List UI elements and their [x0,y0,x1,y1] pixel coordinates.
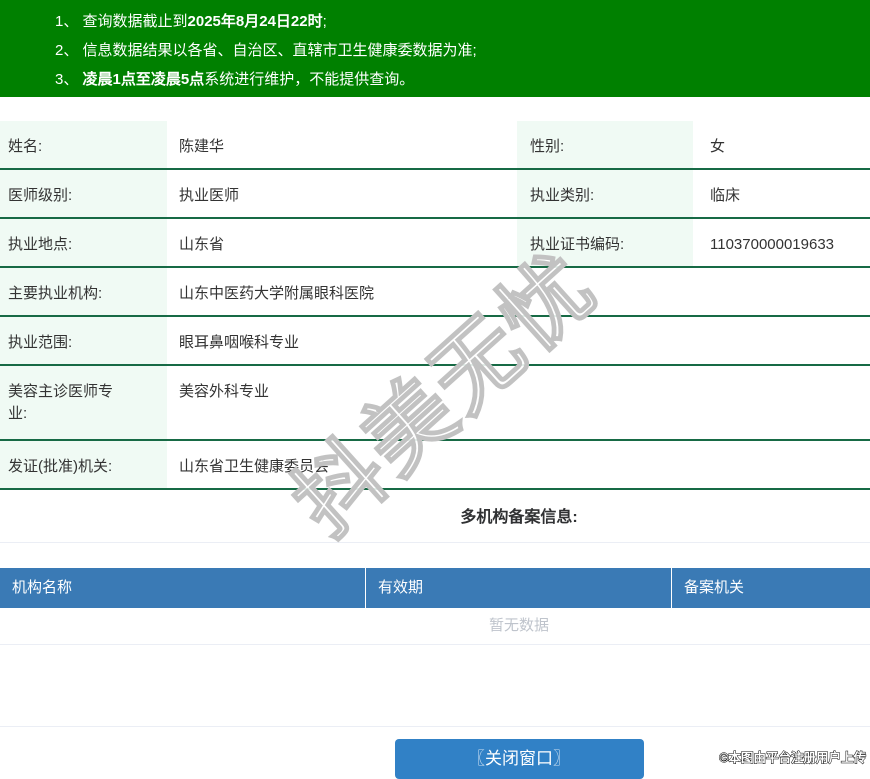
practice-scope-label: 执业范围: [0,317,167,364]
doctor-level-value: 执业医师 [179,187,240,204]
notice-banner: 1、 查询数据截止到2025年8月24日22时; 2、 信息数据结果以各省、自治… [0,0,870,97]
no-data-text: 暂无数据 [488,617,549,634]
name-value: 陈建华 [179,138,225,155]
multi-institution-section-title: 多机构备案信息: [460,509,578,526]
close-window-button[interactable]: 〖关闭窗口〗 [394,739,644,779]
column-header-validity-period: 有效期 [366,568,672,608]
gender-value: 女 [710,138,726,155]
table-row: 姓名: 陈建华 性别: 女 [0,121,870,170]
practice-category-label: 执业类别: [517,170,693,217]
certificate-number-value: 110370000019633 [710,236,835,253]
table-row: 执业范围: 眼耳鼻咽喉科专业 [0,317,870,366]
column-header-record-authority: 备案机关 [684,579,745,596]
table-row: 主要执业机构: 山东中医药大学附属眼科医院 [0,268,870,317]
practice-scope-value: 眼耳鼻咽喉科专业 [179,334,300,351]
main-institution-value: 山东中医药大学附属眼科医院 [179,285,375,302]
table-row: 医师级别: 执业医师 执业类别: 临床 [0,170,870,219]
gender-label: 性别: [517,121,693,168]
doctor-level-label: 医师级别: [0,170,167,217]
notice-line-2: 2、 信息数据结果以各省、自治区、直辖市卫生健康委数据为准; [55,36,870,65]
practitioner-info-table: 姓名: 陈建华 性别: 女 医师级别: 执业医师 执业类别: 临床 执业地点: … [0,121,870,490]
issuing-authority-label: 发证(批准)机关: [0,441,167,488]
notice-3-bold: 凌晨1点至凌晨5点 [82,71,205,88]
table-row: 执业地点: 山东省 执业证书编码: 110370000019633 [0,219,870,268]
table-row: 发证(批准)机关: 山东省卫生健康委员会 [0,441,870,490]
practice-location-value: 山东省 [179,236,225,253]
cosmetic-chief-specialty-label: 美容主诊医师专业: [0,366,167,439]
records-table-header: 机构名称 有效期 备案机关 [0,568,870,608]
cosmetic-chief-specialty-value: 美容外科专业 [179,383,270,400]
column-header-institution-name: 机构名称 [0,568,366,608]
page-canvas: 1、 查询数据截止到2025年8月24日22时; 2、 信息数据结果以各省、自治… [0,0,870,779]
main-institution-label: 主要执业机构: [0,268,167,315]
notice-line-3: 3、 凌晨1点至凌晨5点系统进行维护，不能提供查询。 [55,65,870,94]
table-row: 美容主诊医师专业: 美容外科专业 [0,366,870,441]
practice-category-value: 临床 [710,187,741,204]
notice-1-post: ; [322,13,327,30]
notice-line-1: 1、 查询数据截止到2025年8月24日22时; [55,7,870,36]
certificate-number-label: 执业证书编码: [517,219,693,266]
notice-3-pre: 3、 [55,71,83,88]
notice-1-bold: 2025年8月24日22时 [187,13,323,30]
notice-3-post: 系统进行维护，不能提供查询。 [204,71,415,88]
notice-1-pre: 1、 查询数据截止到 [55,13,188,30]
practice-location-label: 执业地点: [0,219,167,266]
issuing-authority-value: 山东省卫生健康委员会 [179,458,330,475]
notice-2-pre: 2、 信息数据结果以各省、自治区、直辖市卫生健康委数据为准; [55,42,477,59]
section-divider [0,542,870,543]
upload-credit-text: ©本图由平台注册用户上传 [719,751,867,766]
name-label: 姓名: [0,121,167,168]
records-empty-row: 暂无数据 [0,608,870,645]
